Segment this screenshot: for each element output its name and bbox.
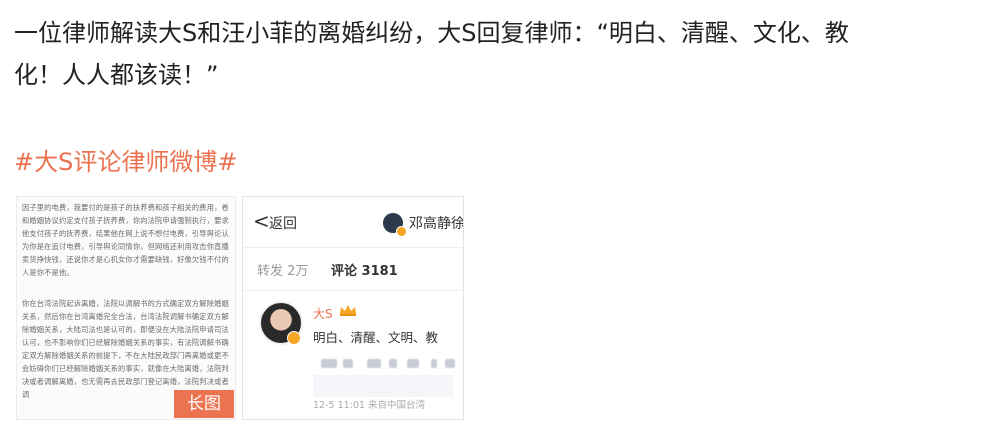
long-image-paragraph-1: 因子里的电费，我要付的是孩子的扶养费和孩子相关的费用，卷和婚姻协议约定支付孩子抚… — [22, 203, 229, 277]
long-image-paragraph-2: 你在台湾法院起诉离婚，法院以调解书的方式确定双方解除婚姻关系，然后你在台湾离婚完… — [22, 299, 229, 399]
tab-repost: 转发 2万 — [257, 264, 309, 279]
crown-icon — [340, 305, 356, 316]
top-username: 邓高静徐 — [409, 216, 464, 232]
post-text-line-2: 化！人人都该读！” — [14, 61, 219, 89]
comment-meta: 12-5 11:01 来自中国台湾 — [313, 400, 425, 411]
post-text-line-1: 一位律师解读大S和汪小菲的离婚纠纷，大S回复律师：“明白、清醒、文化、教 — [14, 19, 849, 47]
tab-comment: 评论 3181 — [331, 264, 398, 279]
back-label: 返回 — [269, 216, 297, 232]
screenshot-tabs: 转发 2万 评论 3181 — [243, 248, 463, 291]
post-text: 一位律师解读大S和汪小菲的离婚纠纷，大S回复律师：“明白、清醒、文化、教 化！人… — [14, 12, 994, 96]
commenter-name: 大S — [313, 307, 333, 321]
long-image-badge: 长图 — [174, 390, 234, 418]
comment-text: 明白、清醒、文明、教 — [313, 330, 439, 345]
hashtag-link[interactable]: #大S评论律师微博# — [14, 146, 237, 178]
comment-action-row — [313, 375, 453, 397]
long-image-thumbnail[interactable]: 因子里的电费，我要付的是孩子的扶养费和孩子相关的费用，卷和婚姻协议约定支付孩子抚… — [16, 196, 236, 420]
chevron-left-icon: < — [253, 209, 270, 233]
screenshot-topbar: < 返回 邓高静徐 — [243, 197, 463, 248]
comment-screenshot-thumbnail[interactable]: < 返回 邓高静徐 转发 2万 评论 3181 大S 明白、清醒、文明、教 12… — [242, 196, 464, 420]
blurred-comment-row — [313, 355, 463, 373]
verified-icon — [287, 331, 301, 345]
verified-icon — [396, 226, 407, 237]
